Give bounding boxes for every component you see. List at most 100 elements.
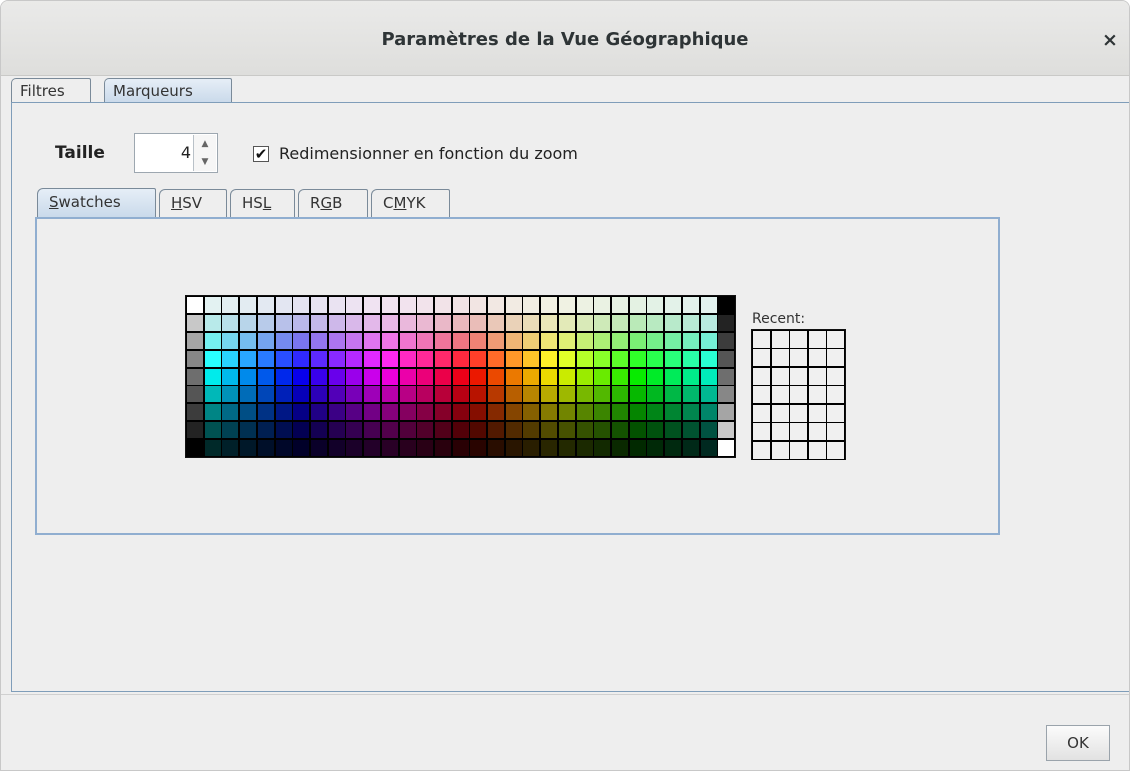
swatch-cell[interactable]	[487, 403, 506, 422]
swatch-cell[interactable]	[628, 385, 647, 404]
swatch-cell[interactable]	[646, 296, 665, 314]
swatch-cell[interactable]	[611, 439, 630, 458]
swatch-cell[interactable]	[469, 421, 488, 440]
swatch-cell[interactable]	[345, 296, 364, 314]
swatch-cell[interactable]	[203, 421, 222, 440]
recent-swatch-cell[interactable]	[807, 403, 827, 423]
swatch-cell[interactable]	[451, 313, 470, 332]
swatch-cell[interactable]	[557, 331, 576, 350]
swatch-cell[interactable]	[575, 296, 594, 314]
swatch-cell[interactable]	[256, 421, 275, 440]
swatch-cell[interactable]	[557, 385, 576, 404]
swatch-cell[interactable]	[186, 439, 204, 458]
swatch-cell[interactable]	[433, 313, 452, 332]
swatch-cell[interactable]	[522, 421, 541, 440]
swatch-cell[interactable]	[309, 385, 328, 404]
swatch-cell[interactable]	[433, 367, 452, 386]
swatch-cell[interactable]	[593, 367, 612, 386]
swatch-cell[interactable]	[221, 403, 240, 422]
recent-swatch-cell[interactable]	[770, 348, 790, 368]
swatch-cell[interactable]	[274, 421, 293, 440]
swatch-cell[interactable]	[309, 421, 328, 440]
swatch-cell[interactable]	[611, 403, 630, 422]
swatch-cell[interactable]	[433, 331, 452, 350]
recent-swatch-cell[interactable]	[789, 403, 809, 423]
swatch-cell[interactable]	[540, 296, 559, 314]
swatch-cell[interactable]	[416, 439, 435, 458]
recent-swatch-cell[interactable]	[807, 330, 827, 349]
swatch-cell[interactable]	[398, 296, 417, 314]
recent-swatch-cell[interactable]	[807, 440, 827, 460]
swatch-cell[interactable]	[522, 403, 541, 422]
recent-swatch-cell[interactable]	[826, 330, 846, 349]
swatch-cell[interactable]	[469, 403, 488, 422]
swatch-cell[interactable]	[363, 403, 382, 422]
swatch-cell[interactable]	[487, 331, 506, 350]
swatch-cell[interactable]	[717, 296, 736, 314]
swatch-cell[interactable]	[327, 331, 346, 350]
swatch-cell[interactable]	[239, 421, 258, 440]
swatch-cell[interactable]	[327, 403, 346, 422]
swatch-cell[interactable]	[221, 367, 240, 386]
swatch-cell[interactable]	[717, 331, 736, 350]
swatch-cell[interactable]	[186, 349, 204, 368]
swatch-cell[interactable]	[717, 385, 736, 404]
recent-swatch-grid[interactable]	[751, 329, 846, 460]
swatch-cell[interactable]	[504, 296, 523, 314]
swatch-cell[interactable]	[504, 349, 523, 368]
swatch-cell[interactable]	[451, 367, 470, 386]
tab-cmyk[interactable]: CMYK	[371, 189, 450, 217]
swatch-cell[interactable]	[504, 331, 523, 350]
swatch-cell[interactable]	[433, 403, 452, 422]
recent-swatch-cell[interactable]	[770, 385, 790, 405]
recent-swatch-cell[interactable]	[770, 330, 790, 349]
swatch-cell[interactable]	[717, 439, 736, 458]
recent-swatch-cell[interactable]	[770, 440, 790, 460]
recent-swatch-cell[interactable]	[752, 366, 771, 386]
swatch-cell[interactable]	[487, 367, 506, 386]
swatch-cell[interactable]	[664, 313, 683, 332]
rescale-checkbox[interactable]: ✔	[253, 146, 269, 162]
swatch-cell[interactable]	[557, 349, 576, 368]
spinner-down-icon[interactable]: ▼	[194, 153, 216, 171]
swatch-cell[interactable]	[717, 349, 736, 368]
swatch-cell[interactable]	[469, 385, 488, 404]
recent-swatch-cell[interactable]	[826, 366, 846, 386]
swatch-cell[interactable]	[664, 385, 683, 404]
swatch-cell[interactable]	[681, 439, 700, 458]
swatch-cell[interactable]	[522, 296, 541, 314]
swatch-cell[interactable]	[628, 296, 647, 314]
swatch-cell[interactable]	[398, 313, 417, 332]
swatch-cell[interactable]	[522, 313, 541, 332]
swatch-cell[interactable]	[416, 296, 435, 314]
swatch-cell[interactable]	[186, 421, 204, 440]
swatch-cell[interactable]	[186, 385, 204, 404]
spinner-up-icon[interactable]: ▲	[194, 135, 216, 154]
swatch-cell[interactable]	[593, 439, 612, 458]
swatch-cell[interactable]	[398, 367, 417, 386]
swatch-cell[interactable]	[239, 385, 258, 404]
swatch-cell[interactable]	[575, 403, 594, 422]
swatch-cell[interactable]	[186, 313, 204, 332]
swatch-cell[interactable]	[699, 313, 718, 332]
swatch-cell[interactable]	[203, 385, 222, 404]
swatch-cell[interactable]	[363, 349, 382, 368]
swatch-cell[interactable]	[292, 296, 311, 314]
swatch-cell[interactable]	[186, 296, 204, 314]
swatch-cell[interactable]	[664, 296, 683, 314]
swatch-cell[interactable]	[292, 349, 311, 368]
swatch-cell[interactable]	[416, 331, 435, 350]
tab-hsl[interactable]: HSL	[230, 189, 295, 217]
swatch-cell[interactable]	[628, 403, 647, 422]
swatch-cell[interactable]	[380, 296, 399, 314]
swatch-cell[interactable]	[380, 367, 399, 386]
size-spinner[interactable]: 4 ▲ ▼	[134, 133, 218, 173]
swatch-cell[interactable]	[540, 403, 559, 422]
swatch-cell[interactable]	[451, 421, 470, 440]
swatch-cell[interactable]	[239, 331, 258, 350]
swatch-cell[interactable]	[681, 385, 700, 404]
swatch-cell[interactable]	[274, 331, 293, 350]
swatch-cell[interactable]	[681, 421, 700, 440]
swatch-cell[interactable]	[380, 349, 399, 368]
swatch-cell[interactable]	[203, 331, 222, 350]
